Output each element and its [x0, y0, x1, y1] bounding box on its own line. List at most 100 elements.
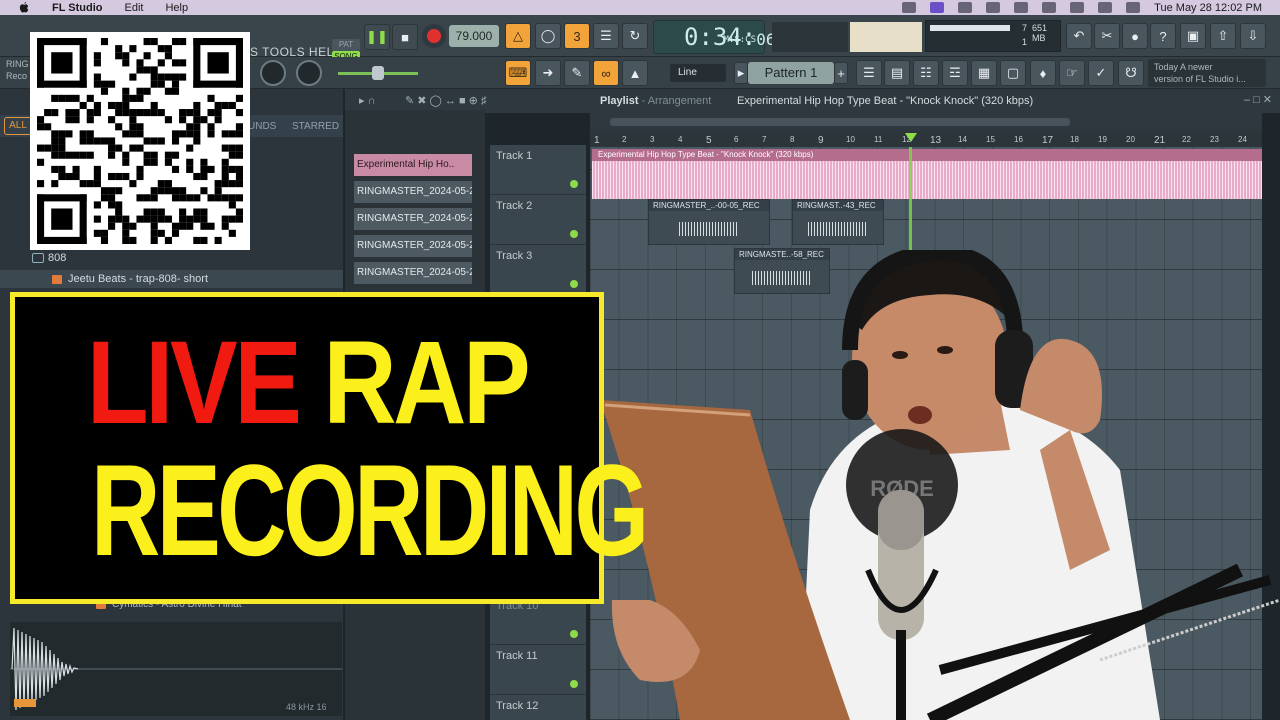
main-volume-slider[interactable]	[338, 66, 418, 80]
track-led[interactable]	[570, 230, 578, 238]
tab-all[interactable]: ALL	[4, 117, 32, 135]
step-edit-icon[interactable]: ☰	[593, 23, 619, 49]
polyphony-value: 1	[1022, 37, 1028, 47]
playlist-scrollbar[interactable]	[590, 113, 1262, 131]
pattern-add-icon[interactable]: +	[834, 62, 848, 84]
control-center-icon[interactable]	[1126, 2, 1141, 13]
menu-app-name[interactable]: FL Studio	[52, 2, 103, 14]
timeline-bar-number: 19	[1098, 135, 1107, 144]
master-pitch-knob[interactable]	[260, 60, 286, 86]
browser-item-selected[interactable]: Jeetu Beats - trap-808- short	[0, 270, 343, 288]
project-info-icon[interactable]: ✓	[1088, 60, 1114, 86]
channel-item[interactable]: RINGMASTER_2024-05-2..	[353, 180, 473, 204]
download-icon[interactable]: ⇩	[1240, 23, 1266, 49]
timeline-ruler[interactable]: 1 2 3 4 5 6 7 8 9 10 11 12 13 14 15 16 17 18 19 20 21 22 23 24	[590, 131, 1262, 147]
shop-icon[interactable]: ☋	[1118, 60, 1144, 86]
wait-input-icon[interactable]: ◯	[535, 23, 561, 49]
audio-clip-rec[interactable]: RINGMASTER_..-00-05_REC	[648, 199, 770, 245]
mixer-icon[interactable]: ☲	[942, 60, 968, 86]
touch-keyboard-icon[interactable]: ☞	[1059, 60, 1085, 86]
oscilloscope-display	[772, 22, 848, 52]
slider-handle[interactable]	[372, 66, 384, 80]
preview-play-icon[interactable]	[14, 699, 36, 707]
tab-starred[interactable]: STARRED	[292, 121, 339, 132]
pattern-select[interactable]: Pattern 1	[748, 62, 834, 84]
arrow-right-icon[interactable]: ➜	[535, 60, 561, 86]
play-icon[interactable]	[986, 2, 1001, 13]
track-header[interactable]: Track 3	[490, 245, 586, 295]
playhead-marker-icon[interactable]	[905, 133, 917, 142]
track-led[interactable]	[570, 180, 578, 188]
stop-button[interactable]: ■	[392, 24, 418, 50]
track-led[interactable]	[570, 680, 578, 688]
track-label: Track 11	[496, 650, 538, 662]
timeline-bar-number: 13	[930, 135, 942, 146]
channel-item[interactable]: Experimental Hip Ho..	[353, 153, 473, 177]
creative-cloud-icon[interactable]	[902, 2, 917, 13]
tempo-display[interactable]: 79.000	[449, 25, 499, 47]
pattern-prev-icon[interactable]: ▸	[734, 62, 748, 84]
title-word-rap: RAP	[323, 317, 530, 449]
news-panel[interactable]: Today A newer version of FL Studio i...	[1148, 59, 1266, 87]
record-button[interactable]	[422, 24, 446, 48]
undo-icon[interactable]: ↶	[1066, 23, 1092, 49]
track-header[interactable]: Track 2	[490, 195, 586, 245]
channel-item[interactable]: RINGMASTER_2024-05-2..	[353, 234, 473, 258]
qr-code[interactable]	[30, 32, 250, 250]
render-icon[interactable]: ⇧	[1210, 23, 1236, 49]
playhead-line[interactable]	[909, 147, 912, 257]
menu-help[interactable]: Help	[165, 2, 188, 14]
snap-mode-select[interactable]: Line	[670, 64, 726, 82]
hat-icon[interactable]: ▲	[622, 60, 648, 86]
brush-icon[interactable]: ✎	[564, 60, 590, 86]
apple-icon[interactable]	[16, 1, 32, 14]
time-display[interactable]: 0:34:06 M:S:CS	[653, 20, 776, 54]
scrollbar-thumb[interactable]	[610, 118, 1070, 126]
wifi-icon[interactable]	[1070, 2, 1085, 13]
playlist-icon[interactable]: ☰	[856, 60, 882, 86]
countdown-icon[interactable]: 3	[564, 23, 590, 49]
memory-value: 651 MB	[1032, 23, 1048, 43]
master-volume-knob[interactable]	[296, 60, 322, 86]
track-header[interactable]: Track 1	[490, 145, 586, 195]
draw-tools-icons[interactable]: ✎ ✖ ◯ ↔ ■ ⊕ ♯	[405, 94, 486, 107]
plugin-db-icon[interactable]: ▢	[1000, 60, 1026, 86]
clock-text[interactable]: Tue May 28 12:02 PM	[1154, 2, 1262, 14]
hint-panel	[850, 22, 922, 52]
audio-clip-rec[interactable]: RINGMAST..-43_REC	[792, 199, 884, 245]
loop-record-icon[interactable]: ↻	[622, 23, 648, 49]
track-led[interactable]	[570, 280, 578, 288]
playlist-tools-icons[interactable]: ▸ ∩	[359, 94, 375, 107]
play-button[interactable]: ❚❚	[364, 24, 390, 50]
search-icon[interactable]	[1098, 2, 1113, 13]
cut-icon[interactable]: ✂	[1094, 23, 1120, 49]
timeline-bar-number: 20	[1126, 135, 1135, 144]
input-source-icon[interactable]	[1014, 2, 1029, 13]
menu-edit[interactable]: Edit	[125, 2, 144, 14]
help-icon[interactable]: ?	[1150, 23, 1176, 49]
track-led[interactable]	[570, 630, 578, 638]
plugin-picker-icon[interactable]: ♦	[1030, 60, 1056, 86]
browser-tree-icon[interactable]: ▦	[971, 60, 997, 86]
hint-label-2: Reco	[6, 71, 28, 81]
channel-rack-icon[interactable]: ☷	[913, 60, 939, 86]
metronome-icon[interactable]: △	[505, 23, 531, 49]
timeline-bar-number: 2	[622, 135, 627, 144]
screen-record-icon[interactable]	[930, 2, 945, 13]
channel-item[interactable]: RINGMASTER_2024-05-2..	[353, 261, 473, 285]
link-icon[interactable]: ∞	[593, 60, 619, 86]
tab-sounds[interactable]: UNDS	[248, 121, 276, 132]
message-icon[interactable]	[958, 2, 973, 13]
piano-roll-icon[interactable]: ▤	[884, 60, 910, 86]
audio-clip-beat[interactable]: Experimental Hip Hop Type Beat - "Knock …	[592, 149, 1262, 199]
battery-icon[interactable]	[1042, 2, 1057, 13]
track-header[interactable]: Track 11	[490, 645, 586, 695]
microphone-icon[interactable]: ●	[1122, 23, 1148, 49]
playlist-title: Playlist - Arrangement	[600, 95, 711, 107]
folder-808[interactable]: 808	[0, 249, 343, 267]
save-icon[interactable]: ▣	[1180, 23, 1206, 49]
window-controls[interactable]: – □ ✕	[1244, 93, 1272, 106]
typing-keyboard-icon[interactable]: ⌨	[505, 60, 531, 86]
channel-item[interactable]: RINGMASTER_2024-05-2..	[353, 207, 473, 231]
track-header[interactable]: Track 12	[490, 695, 586, 720]
